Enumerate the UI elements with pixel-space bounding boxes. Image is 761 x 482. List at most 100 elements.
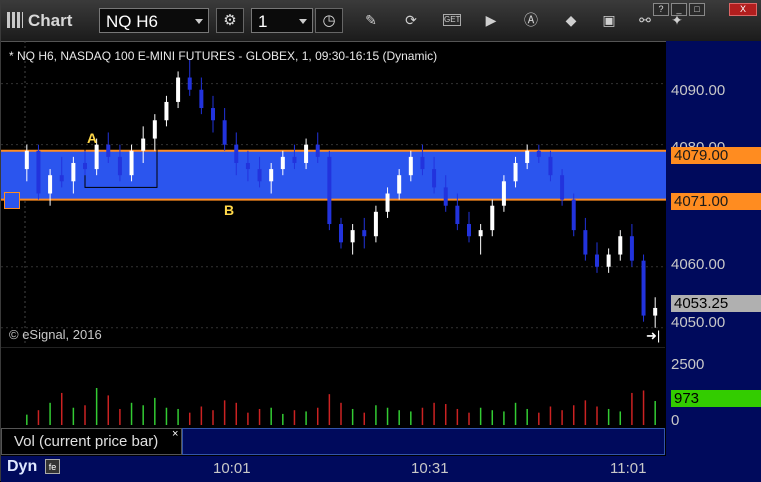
candle-body xyxy=(513,162,518,182)
candle-body xyxy=(583,230,588,255)
candle-body xyxy=(443,187,448,206)
candle-body xyxy=(292,156,297,163)
candle-body xyxy=(304,144,309,163)
candle-body xyxy=(606,254,611,267)
get-icon[interactable]: GET xyxy=(443,14,461,26)
candle-body xyxy=(350,230,355,243)
candle-body xyxy=(653,307,658,316)
toolbar: Chart NQ H6 ⚙ 1 ◷ ✎ ⟳ GET ▶ Ⓐ ◆ ▣ ⚯ ✦ ? … xyxy=(1,1,761,42)
app-title-label: Chart xyxy=(28,11,73,30)
candle-body xyxy=(362,230,367,237)
chevron-down-icon[interactable] xyxy=(299,19,307,24)
dynamic-mode-label[interactable]: Dyn xyxy=(7,458,37,476)
chevron-down-icon[interactable] xyxy=(195,19,203,24)
candle-body xyxy=(525,150,530,163)
last-price-tag: 4053.25 xyxy=(671,295,761,312)
candle-body xyxy=(618,236,623,255)
candle-body xyxy=(548,156,553,176)
price-tick: 4050.00 xyxy=(671,314,726,331)
study-tab-volume[interactable]: Vol (current price bar) xyxy=(1,428,182,455)
candle-body xyxy=(48,175,53,194)
band-marker-left xyxy=(4,192,20,209)
candle-body xyxy=(385,193,390,212)
candle-body xyxy=(141,138,146,151)
candle-body xyxy=(408,156,413,176)
candle-body xyxy=(106,144,111,157)
symbol-input[interactable]: NQ H6 xyxy=(99,8,209,33)
candle-body xyxy=(641,260,646,316)
candle-body xyxy=(83,162,87,170)
candle-body xyxy=(432,169,437,188)
candle-body xyxy=(571,199,576,231)
chart-bars-icon xyxy=(7,12,23,28)
a-circle-icon[interactable]: Ⓐ xyxy=(523,12,539,28)
refresh-icon[interactable]: ⟳ xyxy=(403,12,419,28)
candle-body xyxy=(501,181,506,206)
dynamic-mode-icon[interactable]: fe xyxy=(45,459,60,474)
close-button[interactable]: X xyxy=(729,3,757,16)
candle-body xyxy=(339,224,343,243)
symbol-value: NQ H6 xyxy=(106,12,158,31)
candle-body xyxy=(467,224,471,237)
annotation-b: B xyxy=(224,202,235,218)
candle-body xyxy=(280,156,285,170)
price-band xyxy=(1,150,666,200)
candle-body xyxy=(257,169,262,182)
pencil-icon[interactable]: ✎ xyxy=(363,12,379,28)
candle-body xyxy=(199,89,204,109)
candle-body xyxy=(629,236,634,261)
candle-body xyxy=(269,169,274,182)
candle-body xyxy=(234,144,239,163)
scroll-to-end-icon[interactable]: ➜| xyxy=(646,328,660,344)
time-tick: 10:01 xyxy=(213,460,251,477)
frame-icon[interactable]: ▣ xyxy=(601,12,617,28)
candle-body xyxy=(490,205,495,231)
candle-body xyxy=(478,230,483,237)
candle-body xyxy=(129,150,134,176)
candle-body xyxy=(420,156,425,170)
study-tab-strip[interactable] xyxy=(182,428,665,455)
app-title: Chart xyxy=(7,11,72,31)
candle-body xyxy=(187,77,192,90)
chart-title: * NQ H6, NASDAQ 100 E-MINI FUTURES - GLO… xyxy=(9,49,438,63)
candle-body xyxy=(117,156,122,176)
play-icon[interactable]: ▶ xyxy=(483,12,499,28)
interval-input[interactable]: 1 xyxy=(251,8,313,33)
candle-body xyxy=(152,120,157,139)
candle-body xyxy=(455,205,460,225)
interval-value: 1 xyxy=(258,12,268,31)
lower-band-tag: 4071.00 xyxy=(671,193,761,210)
volume-chart[interactable] xyxy=(1,347,665,427)
candle-body xyxy=(536,150,541,157)
candle-body xyxy=(164,101,169,121)
candle-body xyxy=(245,162,250,170)
candle-body xyxy=(327,156,332,225)
close-icon[interactable]: × xyxy=(172,428,178,440)
help-button[interactable]: ? xyxy=(653,3,669,16)
candle-body xyxy=(94,144,99,170)
candle-body xyxy=(59,175,64,182)
tag-icon[interactable]: ◆ xyxy=(563,12,579,28)
time-axis[interactable] xyxy=(1,456,761,482)
price-tick: 4060.00 xyxy=(671,256,726,273)
upper-band-tag: 4079.00 xyxy=(671,147,761,164)
candle-body xyxy=(222,120,227,145)
volume-tick: 0 xyxy=(671,412,680,429)
time-tick: 11:01 xyxy=(610,460,647,477)
cycle-settings-button[interactable]: ⚙ xyxy=(216,8,244,33)
link-icon[interactable]: ⚯ xyxy=(637,12,653,28)
clock-button[interactable]: ◷ xyxy=(315,8,343,33)
candle-body xyxy=(397,175,402,194)
candle-body xyxy=(315,144,320,157)
candle-body xyxy=(595,254,599,267)
time-tick: 10:31 xyxy=(411,460,449,477)
maximize-button[interactable]: □ xyxy=(689,3,705,16)
price-chart[interactable] xyxy=(1,41,666,346)
price-tick: 4090.00 xyxy=(671,82,726,99)
minimize-button[interactable]: _ xyxy=(671,3,687,16)
chart-window: Chart NQ H6 ⚙ 1 ◷ ✎ ⟳ GET ▶ Ⓐ ◆ ▣ ⚯ ✦ ? … xyxy=(0,0,761,482)
candle-body xyxy=(36,150,41,194)
candle-body xyxy=(176,77,181,102)
annotation-a: A xyxy=(87,130,98,146)
candle-body xyxy=(71,162,76,182)
